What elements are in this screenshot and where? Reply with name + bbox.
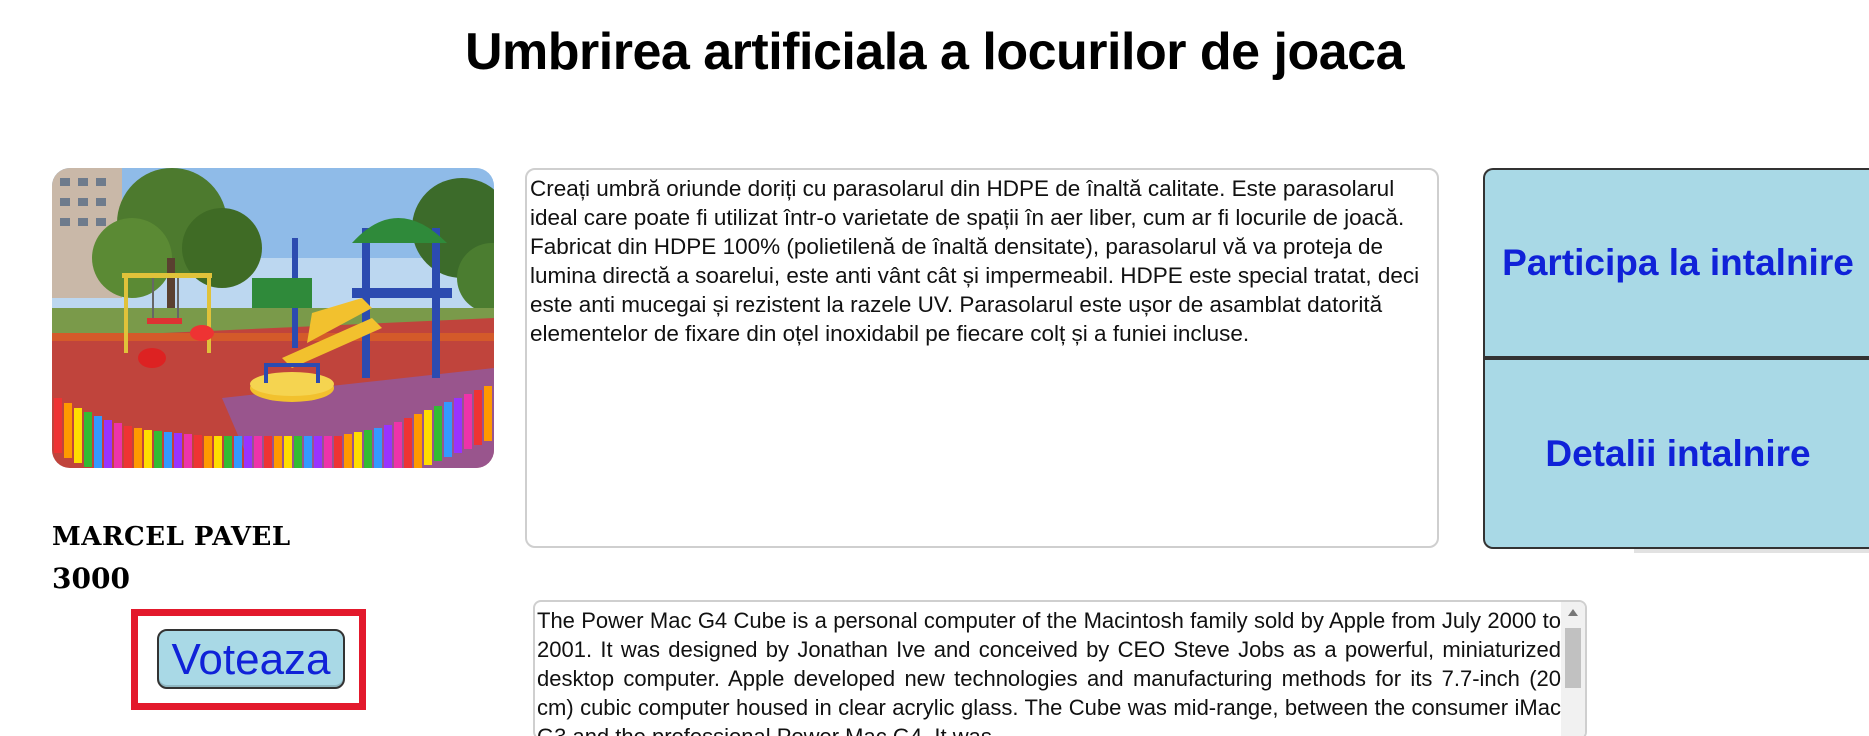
author-name: MARCEL PAVEL [52, 522, 291, 552]
comment-scrollbar[interactable] [1561, 602, 1585, 736]
vote-button[interactable]: Voteaza [157, 629, 345, 689]
scroll-up-arrow-icon[interactable] [1568, 609, 1578, 616]
participate-meeting-button[interactable]: Participa la intalnire [1485, 170, 1869, 356]
page-title: Umbrirea artificiala a locurilor de joac… [465, 23, 1405, 81]
project-description[interactable]: Creați umbră oriunde doriți cu parasolar… [525, 168, 1439, 548]
vote-count: 3000 [52, 562, 130, 595]
scroll-thumb[interactable] [1565, 628, 1581, 688]
meeting-actions-panel: Participa la intalnire Detalii intalnire [1483, 168, 1869, 549]
comment-textarea[interactable]: The Power Mac G4 Cube is a personal comp… [533, 600, 1587, 736]
comment-text: The Power Mac G4 Cube is a personal comp… [537, 608, 1561, 736]
page: Umbrirea artificiala a locurilor de joac… [0, 0, 1869, 736]
meeting-details-button[interactable]: Detalii intalnire [1485, 360, 1869, 547]
panel-shadow [1634, 549, 1869, 553]
playground-photo [52, 168, 494, 468]
